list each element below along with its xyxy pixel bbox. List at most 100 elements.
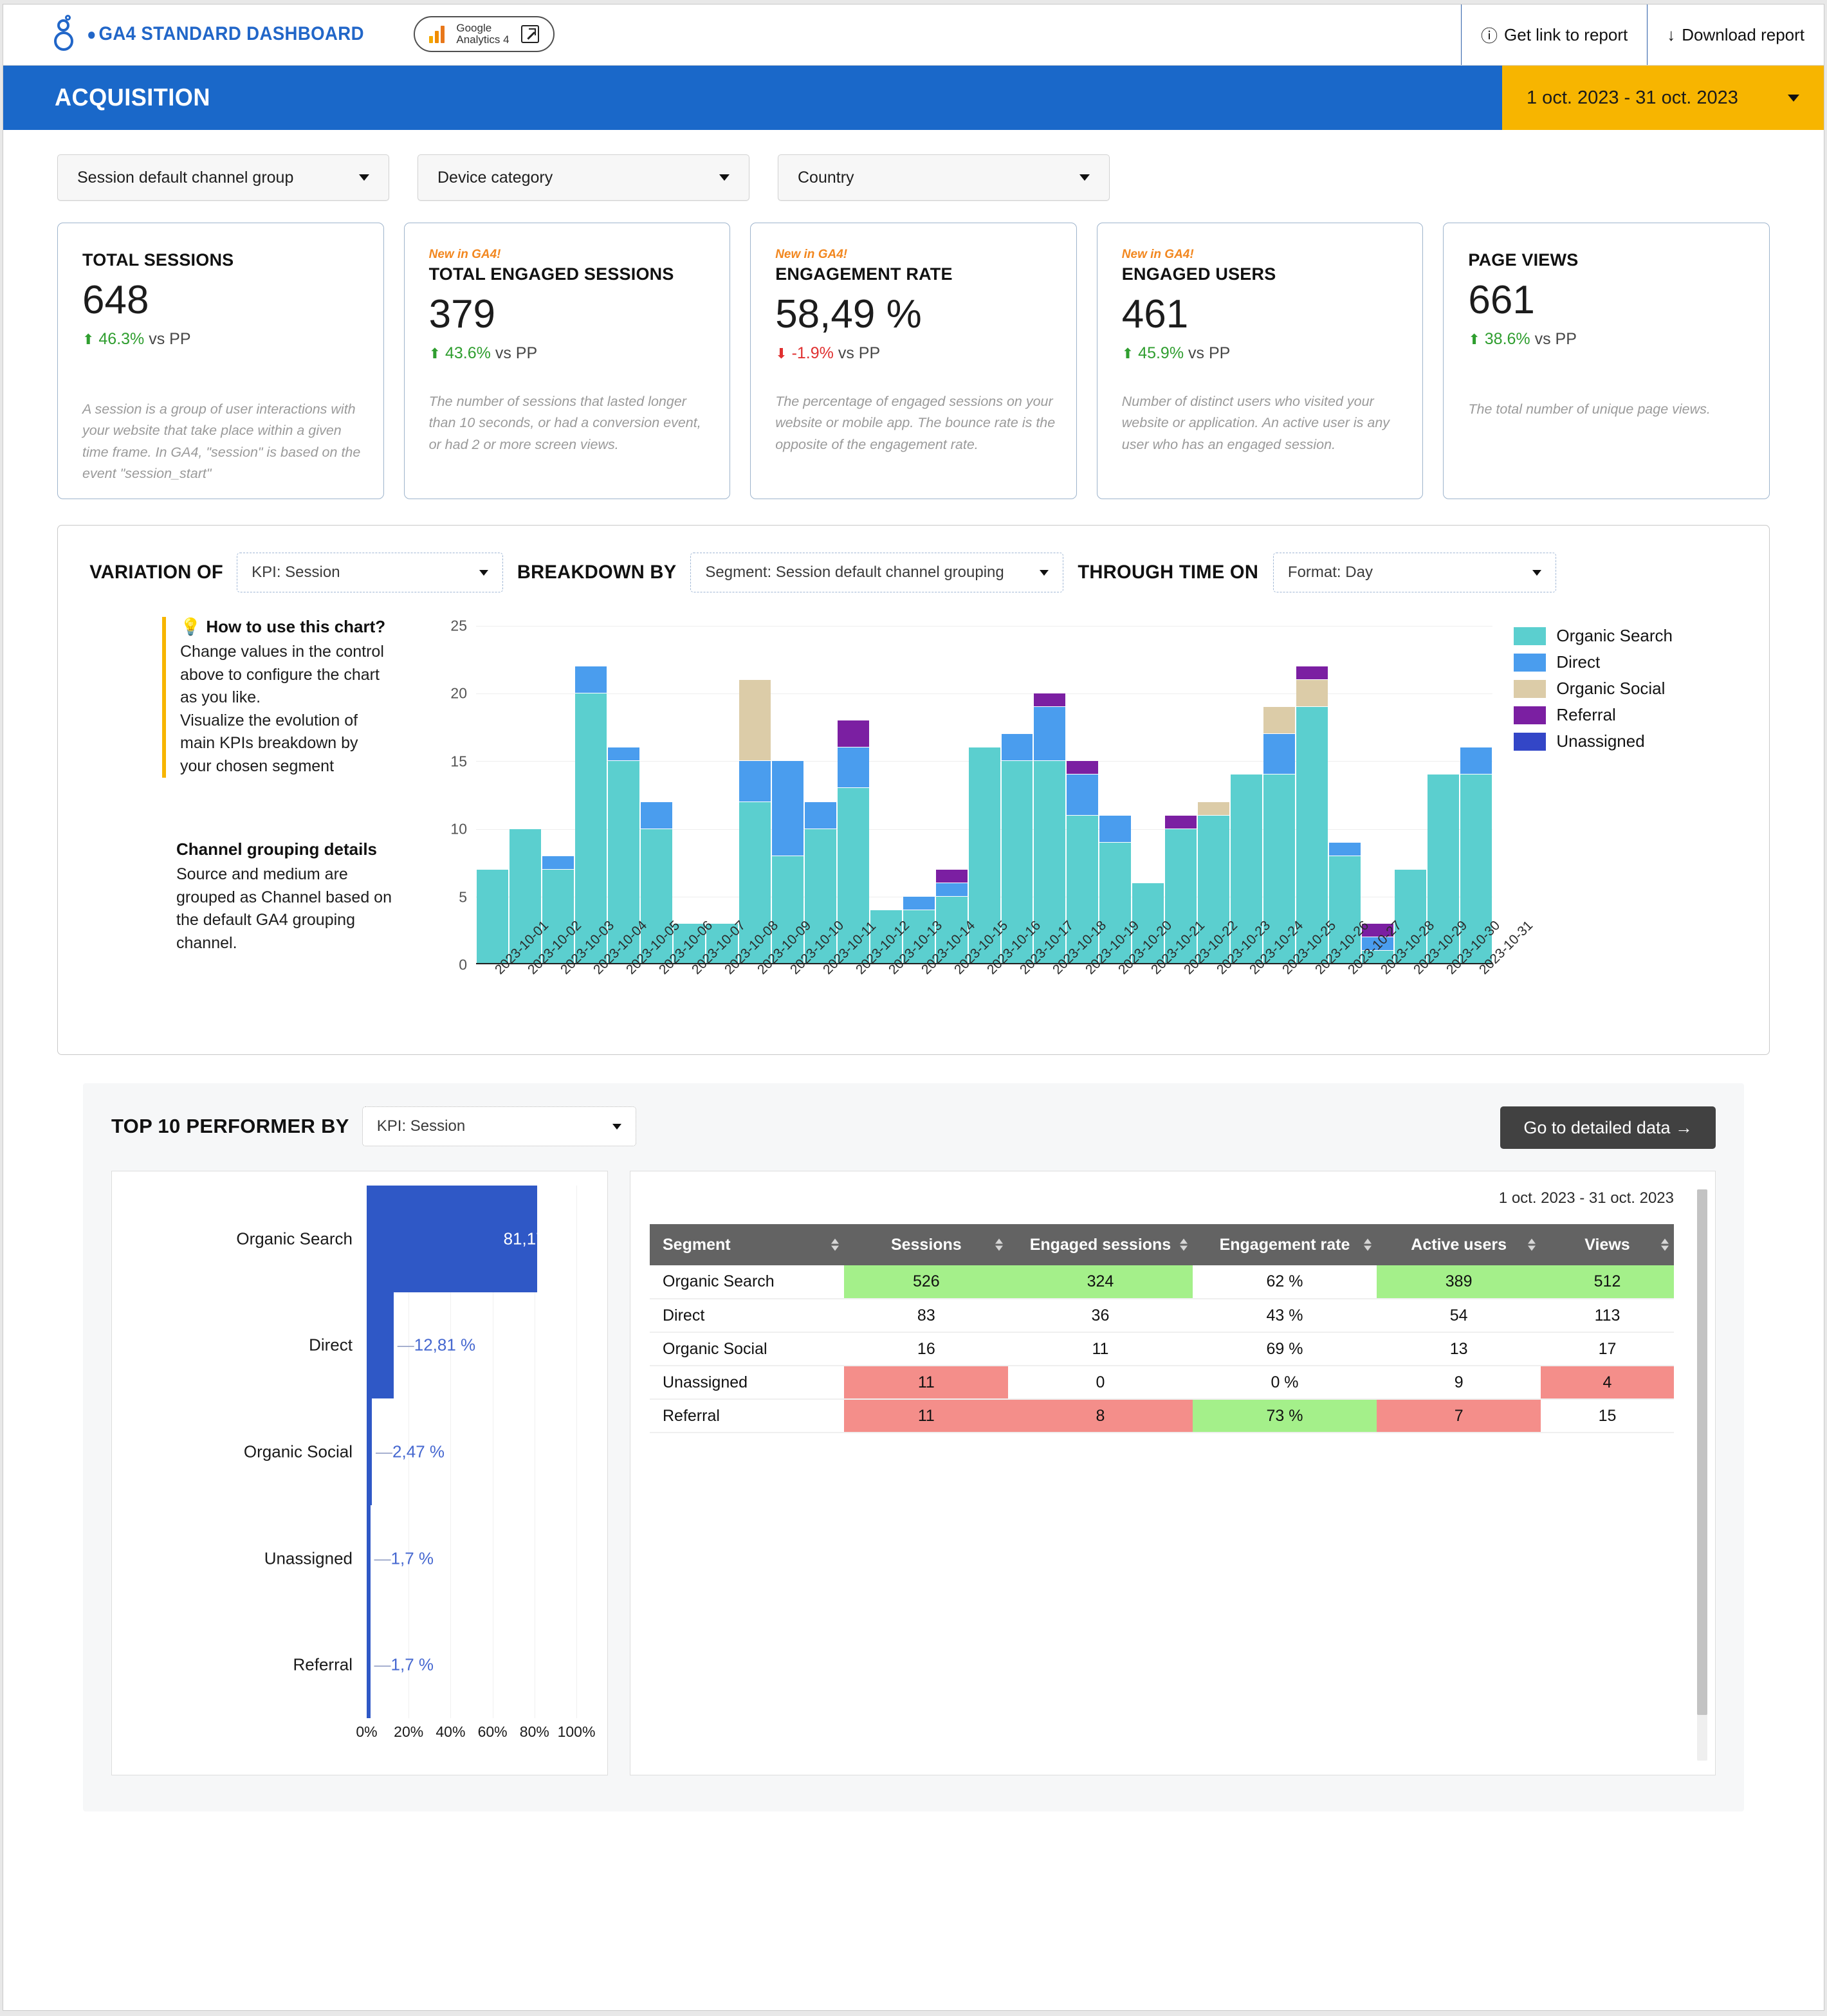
bar-segment[interactable]: [542, 856, 574, 870]
ga4-link-button[interactable]: Google Analytics 4: [414, 16, 555, 52]
hbar-bar[interactable]: [367, 1505, 371, 1612]
bar-column[interactable]: [935, 626, 968, 964]
bar-column[interactable]: [1198, 626, 1230, 964]
bar-column[interactable]: [1296, 626, 1328, 964]
hbar-bar[interactable]: [367, 1611, 371, 1718]
bar-segment[interactable]: [1165, 815, 1197, 829]
bar-segment[interactable]: [1460, 747, 1492, 775]
bar-column[interactable]: [804, 626, 836, 964]
external-link-icon[interactable]: [520, 25, 539, 43]
bar-column[interactable]: [1099, 626, 1132, 964]
bar-column[interactable]: [870, 626, 902, 964]
bar-segment[interactable]: [1034, 693, 1066, 708]
scrollbar-thumb[interactable]: [1697, 1189, 1707, 1715]
date-range-picker[interactable]: 1 oct. 2023 - 31 oct. 2023: [1502, 66, 1824, 130]
legend-item[interactable]: Referral: [1514, 705, 1673, 725]
hbar-bar[interactable]: [367, 1398, 372, 1505]
bar-segment[interactable]: [1067, 761, 1099, 775]
filter-session-default-channel-group[interactable]: Session default channel group: [57, 154, 389, 201]
bar-column[interactable]: [771, 626, 803, 964]
hbar-bar[interactable]: 81,17 %: [367, 1186, 565, 1292]
bar-column[interactable]: [640, 626, 672, 964]
legend-item[interactable]: Organic Search: [1514, 626, 1673, 646]
bar-column[interactable]: [1362, 626, 1394, 964]
sort-toggle-icon[interactable]: [995, 1238, 1004, 1251]
filter-country[interactable]: Country: [778, 154, 1110, 201]
bar-segment[interactable]: [771, 761, 803, 856]
bar-segment[interactable]: [935, 869, 968, 883]
legend-item[interactable]: Organic Social: [1514, 679, 1673, 699]
bar-column[interactable]: [1165, 626, 1197, 964]
bar-column[interactable]: [739, 626, 771, 964]
kpi-select[interactable]: KPI: Session: [237, 553, 504, 592]
sort-toggle-icon[interactable]: [1661, 1238, 1669, 1251]
bar-segment[interactable]: [1263, 734, 1296, 775]
sort-toggle-icon[interactable]: [1179, 1238, 1188, 1251]
table-row[interactable]: Organic Social 16 11 69 % 13 17: [650, 1332, 1674, 1366]
table-scrollbar[interactable]: [1697, 1189, 1707, 1761]
bar-segment[interactable]: [1198, 802, 1230, 816]
segment-select[interactable]: Segment: Session default channel groupin…: [690, 553, 1064, 592]
bar-segment[interactable]: [477, 869, 508, 964]
bar-segment[interactable]: [804, 802, 836, 829]
bar-segment[interactable]: [607, 747, 639, 762]
bar-segment[interactable]: [1263, 707, 1296, 735]
table-row[interactable]: Unassigned 11 0 0 % 9 4: [650, 1366, 1674, 1400]
bar-segment[interactable]: [739, 680, 771, 762]
table-column-header[interactable]: Engagement rate: [1192, 1224, 1377, 1265]
table-row[interactable]: Organic Search 526 324 62 % 389 512: [650, 1265, 1674, 1299]
bar-column[interactable]: [1001, 626, 1033, 964]
bar-segment[interactable]: [935, 883, 968, 897]
filter-device-category[interactable]: Device category: [418, 154, 749, 201]
bar-column[interactable]: [1067, 626, 1099, 964]
bar-column[interactable]: [706, 626, 738, 964]
bar-segment[interactable]: [1067, 774, 1099, 816]
bar-segment[interactable]: [640, 802, 672, 829]
bar-column[interactable]: [542, 626, 574, 964]
bar-column[interactable]: [607, 626, 639, 964]
bar-segment[interactable]: [1296, 666, 1328, 681]
bar-segment[interactable]: [837, 720, 869, 748]
bar-column[interactable]: [968, 626, 1000, 964]
bar-column[interactable]: [1460, 626, 1492, 964]
bar-column[interactable]: [1132, 626, 1164, 964]
table-column-header[interactable]: Segment: [650, 1224, 845, 1265]
bar-column[interactable]: [574, 626, 607, 964]
bar-column[interactable]: [903, 626, 935, 964]
table-row[interactable]: Referral 11 8 73 % 7 15: [650, 1399, 1674, 1433]
table-column-header[interactable]: Engaged sessions: [1008, 1224, 1193, 1265]
bar-column[interactable]: [1231, 626, 1263, 964]
table-column-header[interactable]: Active users: [1377, 1224, 1541, 1265]
bar-segment[interactable]: [739, 761, 771, 802]
bar-segment[interactable]: [903, 896, 935, 910]
hbar-bar[interactable]: [367, 1292, 394, 1399]
bar-segment[interactable]: [1099, 815, 1132, 843]
table-row[interactable]: Direct 83 36 43 % 54 113: [650, 1299, 1674, 1333]
top10-kpi-select[interactable]: KPI: Session: [362, 1106, 636, 1146]
sort-toggle-icon[interactable]: [1528, 1238, 1536, 1251]
bar-column[interactable]: [673, 626, 705, 964]
bar-column[interactable]: [509, 626, 541, 964]
sort-toggle-icon[interactable]: [1364, 1238, 1372, 1251]
legend-item[interactable]: Unassigned: [1514, 731, 1673, 751]
bar-column[interactable]: [477, 626, 508, 964]
download-report-button[interactable]: ↓ Download report: [1647, 5, 1824, 65]
get-link-to-report-button[interactable]: ⓘ Get link to report: [1461, 5, 1647, 65]
bar-column[interactable]: [1329, 626, 1361, 964]
table-column-header[interactable]: Sessions: [844, 1224, 1009, 1265]
bar-column[interactable]: [1263, 626, 1296, 964]
bar-column[interactable]: [837, 626, 869, 964]
sort-toggle-icon[interactable]: [831, 1238, 840, 1251]
bar-segment[interactable]: [1001, 734, 1033, 762]
bar-segment[interactable]: [1296, 680, 1328, 708]
bar-segment[interactable]: [837, 747, 869, 789]
bar-column[interactable]: [1428, 626, 1460, 964]
legend-item[interactable]: Direct: [1514, 652, 1673, 672]
go-to-detailed-data-button[interactable]: Go to detailed data →: [1500, 1106, 1716, 1149]
bar-segment[interactable]: [1034, 707, 1066, 762]
bar-column[interactable]: [1034, 626, 1066, 964]
format-select[interactable]: Format: Day: [1272, 553, 1556, 592]
bar-column[interactable]: [1395, 626, 1427, 964]
table-column-header[interactable]: Views: [1541, 1224, 1674, 1265]
bar-segment[interactable]: [1329, 842, 1361, 856]
